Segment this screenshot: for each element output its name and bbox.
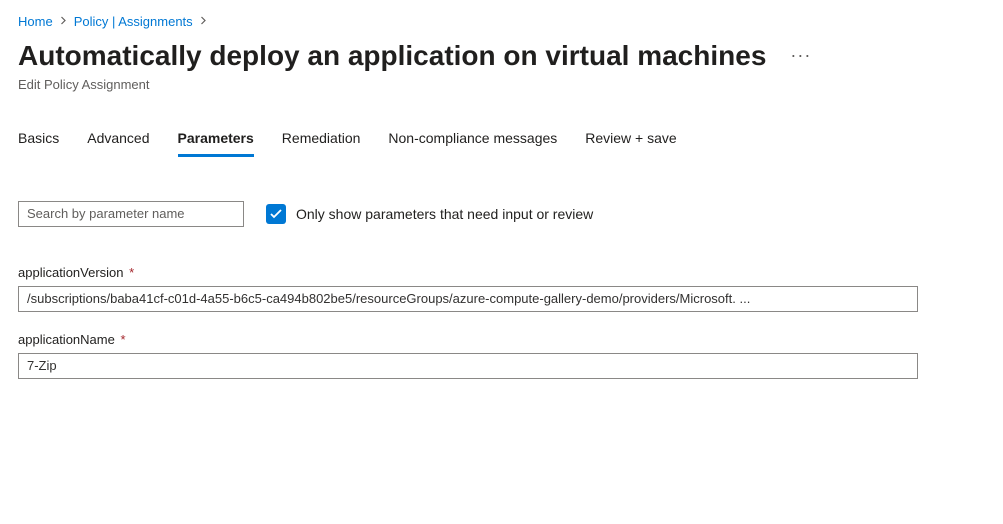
- tab-basics[interactable]: Basics: [18, 130, 59, 157]
- chevron-right-icon: [60, 16, 67, 28]
- search-input[interactable]: [18, 201, 244, 227]
- applicationname-label: applicationName *: [18, 332, 985, 347]
- page-title: Automatically deploy an application on v…: [18, 39, 766, 73]
- tab-advanced[interactable]: Advanced: [87, 130, 149, 157]
- filter-row: Only show parameters that need input or …: [18, 201, 985, 227]
- tab-parameters[interactable]: Parameters: [178, 130, 254, 157]
- applicationversion-label: applicationVersion *: [18, 265, 985, 280]
- applicationname-input[interactable]: [18, 353, 918, 379]
- more-actions-button[interactable]: ···: [786, 41, 815, 70]
- required-indicator: *: [126, 265, 135, 280]
- header-row: Automatically deploy an application on v…: [18, 39, 985, 73]
- tabs: Basics Advanced Parameters Remediation N…: [18, 130, 985, 157]
- tab-non-compliance-messages[interactable]: Non-compliance messages: [388, 130, 557, 157]
- only-show-checkbox-label: Only show parameters that need input or …: [296, 206, 593, 222]
- page-subtitle: Edit Policy Assignment: [18, 77, 985, 92]
- applicationversion-input[interactable]: [18, 286, 918, 312]
- breadcrumb: Home Policy | Assignments: [18, 14, 985, 29]
- only-show-checkbox[interactable]: [266, 204, 286, 224]
- checkmark-icon: [270, 209, 282, 219]
- param-applicationname: applicationName *: [18, 332, 985, 379]
- required-indicator: *: [117, 332, 126, 347]
- param-applicationversion: applicationVersion *: [18, 265, 985, 312]
- tab-review-save[interactable]: Review + save: [585, 130, 676, 157]
- only-show-checkbox-wrap: Only show parameters that need input or …: [266, 204, 593, 224]
- chevron-right-icon: [200, 16, 207, 28]
- breadcrumb-home[interactable]: Home: [18, 14, 53, 29]
- tab-remediation[interactable]: Remediation: [282, 130, 361, 157]
- breadcrumb-policy-assignments[interactable]: Policy | Assignments: [74, 14, 193, 29]
